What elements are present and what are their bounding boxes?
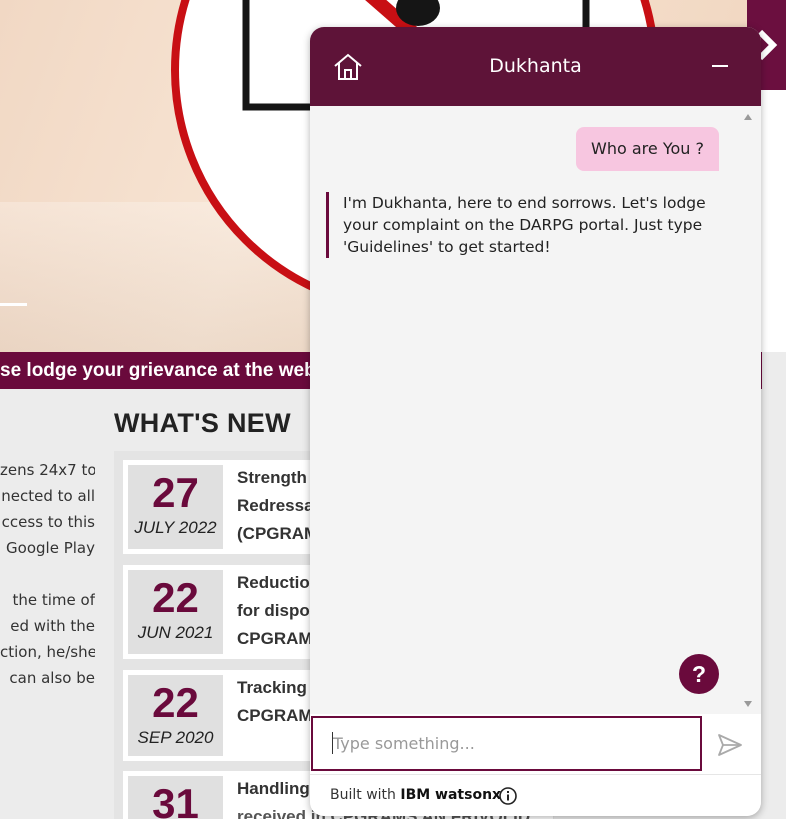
news-month: JUN 2021 bbox=[137, 623, 214, 642]
news-headline[interactable]: Reductio for dispo CPGRAM bbox=[237, 569, 313, 653]
bot-message-text: I'm Dukhanta, here to end sorrows. Let's… bbox=[343, 194, 706, 256]
chat-widget: Dukhanta Who are You ? I'm Dukhanta, her… bbox=[310, 27, 761, 816]
help-icon: ? bbox=[691, 661, 707, 687]
minimize-button[interactable] bbox=[708, 51, 732, 81]
news-day: 27 bbox=[152, 469, 199, 516]
scroll-down-arrow[interactable] bbox=[744, 701, 752, 707]
slider-indicator[interactable] bbox=[0, 303, 27, 306]
about-text-line: the time of bbox=[12, 591, 96, 609]
help-button[interactable]: ? bbox=[679, 654, 719, 694]
news-day: 22 bbox=[152, 574, 199, 621]
about-text-line: zens 24x7 to bbox=[0, 461, 95, 479]
scroll-up-arrow[interactable] bbox=[744, 114, 752, 120]
about-text-line: can also be bbox=[9, 669, 95, 687]
chat-header: Dukhanta bbox=[310, 27, 761, 106]
chat-title: Dukhanta bbox=[489, 55, 582, 77]
bot-message: I'm Dukhanta, here to end sorrows. Let's… bbox=[326, 192, 716, 258]
footer-credit: Built with IBM watsonx bbox=[330, 787, 502, 803]
text-caret bbox=[332, 732, 333, 754]
user-message: Who are You ? bbox=[576, 127, 719, 171]
about-text-line: ction, he/she bbox=[0, 643, 95, 661]
about-text-line: ccess to this bbox=[1, 513, 95, 531]
about-text-line: ed with the bbox=[10, 617, 95, 635]
chat-footer: Built with IBM watsonx bbox=[310, 774, 761, 816]
chat-scrollbar[interactable] bbox=[740, 106, 757, 716]
about-text-line: Google Play bbox=[6, 539, 95, 557]
news-date: 22 SEP 2020 bbox=[128, 675, 223, 756]
news-date: 27 JULY 2022 bbox=[128, 465, 223, 549]
news-headline[interactable]: Strength Redressa (CPGRAM bbox=[237, 464, 318, 548]
news-headline[interactable]: Tracking CPGRAM bbox=[237, 674, 313, 730]
minimize-icon bbox=[712, 65, 728, 67]
page-edge bbox=[760, 90, 786, 352]
news-day: 22 bbox=[152, 679, 199, 726]
news-date: 22 JUN 2021 bbox=[128, 570, 223, 654]
message-input[interactable] bbox=[311, 716, 702, 771]
info-icon[interactable] bbox=[498, 786, 518, 806]
news-day: 31 bbox=[152, 780, 199, 819]
news-month: SEP 2020 bbox=[137, 728, 214, 747]
whats-new-heading: WHAT'S NEW bbox=[114, 408, 291, 438]
news-date: 31 bbox=[128, 776, 223, 819]
chat-input-area bbox=[310, 714, 761, 774]
about-text-line bbox=[0, 561, 95, 587]
news-month: JULY 2022 bbox=[134, 518, 217, 537]
about-text-line: nected to all bbox=[1, 487, 95, 505]
about-text: zens 24x7 to nected to all ccess to this Go… bbox=[0, 457, 95, 691]
send-icon bbox=[718, 734, 742, 756]
send-button[interactable] bbox=[715, 730, 745, 760]
